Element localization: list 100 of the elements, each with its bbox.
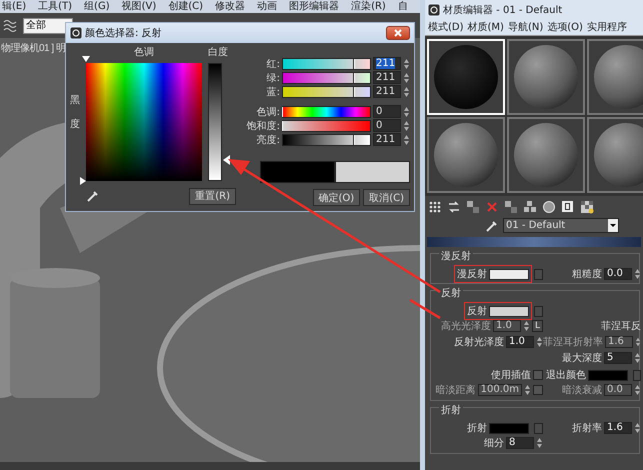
whiteness-label: 白度	[208, 46, 229, 60]
channel-slider[interactable]	[282, 106, 371, 118]
group-title: 漫反射	[439, 249, 473, 263]
checker-icon[interactable]	[580, 200, 594, 214]
checkbox[interactable]	[533, 370, 543, 380]
dots-icon[interactable]	[428, 200, 442, 214]
channel-slider[interactable]	[282, 72, 371, 84]
close-icon	[394, 29, 402, 37]
param-label: 退出颜色	[546, 368, 586, 382]
menu-item[interactable]: 材质(M)	[468, 22, 504, 34]
slider-thumb[interactable]	[353, 58, 356, 68]
eyedropper-icon[interactable]	[485, 218, 499, 232]
color-swatch[interactable]	[489, 422, 529, 434]
checker-sphere-icon[interactable]	[542, 200, 556, 214]
menu-item[interactable]: 导航(N)	[508, 22, 544, 34]
channel-slider[interactable]	[282, 86, 371, 98]
value-field[interactable]: 0	[373, 119, 401, 132]
spinner-arrows-icon[interactable]	[635, 336, 641, 348]
slider-thumb[interactable]	[353, 134, 356, 144]
spinner-arrows-icon[interactable]	[536, 336, 543, 348]
param-label: 粗糙度	[572, 268, 602, 281]
spinner-arrows-icon[interactable]	[403, 134, 410, 146]
spinner-arrows-icon[interactable]	[403, 72, 410, 84]
app-icon	[70, 27, 82, 39]
squares-icon[interactable]	[504, 200, 518, 214]
menu-item[interactable]: 渲染(R)	[351, 0, 386, 12]
param-label: 暗淡距离	[436, 384, 476, 396]
spinner-arrows-icon[interactable]	[634, 352, 641, 364]
channel-slider[interactable]	[282, 120, 371, 132]
channel-slider[interactable]	[282, 134, 371, 146]
value-field[interactable]: 211	[373, 57, 401, 70]
param-label: 菲涅耳折射率	[543, 336, 603, 348]
hue-label: 色调	[133, 46, 155, 60]
menu-item[interactable]: 模式(D)	[428, 22, 464, 34]
channel-slider[interactable]	[282, 58, 371, 70]
color-swatch[interactable]	[489, 268, 529, 280]
param-label: 暗淡衰减	[562, 384, 602, 396]
channel-label: 红:	[266, 58, 280, 70]
spinner-arrows-icon[interactable]	[634, 268, 641, 280]
spinner-arrows-icon[interactable]	[403, 58, 410, 70]
swap-icon[interactable]	[447, 200, 461, 214]
color-swatch[interactable]	[588, 370, 628, 380]
param-label: 折射	[467, 422, 487, 435]
saturation-marker-icon[interactable]	[80, 177, 86, 185]
param-label: 使用插值	[491, 369, 531, 382]
menu-item[interactable]: 图形编辑器	[289, 0, 340, 12]
squares-icon[interactable]	[466, 200, 480, 214]
spinner-arrows-icon[interactable]	[403, 86, 410, 98]
coils-icon[interactable]	[3, 18, 19, 32]
material-name-dropdown[interactable]: 01 - Default	[503, 218, 619, 233]
value-field[interactable]: 0	[373, 105, 401, 118]
menu-item[interactable]: 选项(O)	[547, 22, 583, 34]
hue-saturation-field[interactable]	[86, 63, 202, 181]
spinner-arrows-icon[interactable]	[634, 422, 641, 434]
cubes-icon[interactable]	[523, 200, 537, 214]
param-label: 菲涅耳反	[601, 320, 641, 332]
spinner-arrows-icon[interactable]	[523, 320, 530, 332]
menu-item[interactable]: 创建(C)	[168, 0, 204, 12]
spinner-arrows-icon[interactable]	[403, 106, 410, 118]
blackness-label: 黑	[70, 94, 81, 107]
value-field[interactable]: 211	[373, 133, 401, 146]
group-title: 反射	[439, 286, 463, 300]
menu-item[interactable]: 工具(T)	[38, 0, 72, 12]
number-field[interactable]: 8	[506, 436, 534, 448]
reset-button[interactable]: 重置(R)	[189, 188, 236, 204]
param-label: 反射光泽度	[454, 336, 504, 348]
slider-thumb[interactable]	[353, 72, 356, 82]
menu-item[interactable]: 实用程序	[586, 22, 627, 34]
number-field[interactable]: 5	[604, 352, 632, 364]
caret-icon	[608, 219, 618, 232]
cancel-button[interactable]: 取消(C)	[363, 189, 410, 206]
param-label: 高光光泽度	[441, 320, 491, 332]
color-swatch[interactable]	[489, 306, 529, 316]
menu-item[interactable]: 辑(E)	[2, 0, 26, 12]
close-button[interactable]	[386, 26, 410, 40]
app-icon	[428, 4, 440, 16]
value-field[interactable]: 211	[373, 71, 401, 84]
param-label: 细分	[484, 436, 504, 450]
eyedropper-icon[interactable]	[86, 189, 100, 203]
value-field[interactable]: 211	[373, 85, 401, 98]
viewport-label: 物理像机01 ] 明	[1, 42, 66, 55]
zero-box-icon[interactable]	[561, 200, 575, 214]
channel-label: 饱和度:	[246, 120, 280, 132]
slider-thumb[interactable]	[353, 86, 356, 96]
param-label: 最大深度	[562, 352, 602, 364]
spinner-arrows-icon[interactable]	[403, 120, 410, 132]
param-label: 漫反射	[457, 268, 487, 281]
spinner-arrows-icon[interactable]	[634, 384, 641, 396]
menu-item[interactable]: 修改器	[215, 0, 246, 12]
ok-button[interactable]: 确定(O)	[312, 189, 360, 206]
number-field[interactable]: 1.6	[604, 422, 632, 434]
hue-marker-icon[interactable]	[82, 56, 90, 62]
menu-item[interactable]: 动画	[257, 0, 278, 12]
spinner-arrows-icon[interactable]	[524, 384, 531, 396]
spinner-arrows-icon[interactable]	[536, 436, 543, 448]
menu-item[interactable]: 自	[398, 0, 408, 12]
menu-item[interactable]: 视图(V)	[122, 0, 156, 12]
number-field[interactable]: 1.0	[506, 336, 534, 348]
number-field[interactable]: 0.0	[604, 268, 632, 280]
menu-item[interactable]: 组(G)	[84, 0, 110, 12]
